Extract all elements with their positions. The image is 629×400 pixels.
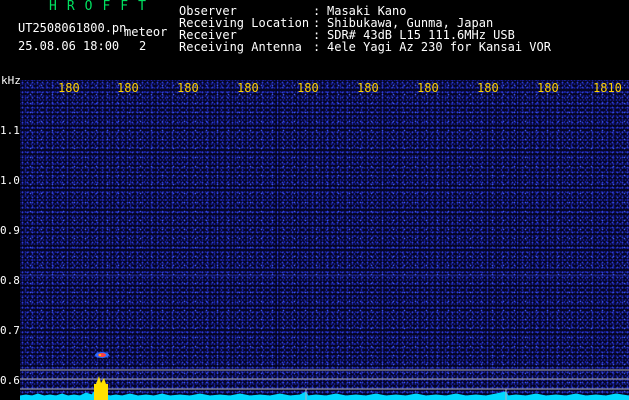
y-tick: 0.6 [0, 374, 20, 387]
waterfall-overlay [20, 274, 629, 400]
antenna-value: 4ele Yagi Az 230 for Kansai VOR [327, 40, 551, 54]
y-tick: 0.7 [0, 324, 20, 337]
app-title: HROFFT [49, 0, 156, 14]
freq-tick: 180 [357, 81, 379, 95]
freq-tick: 180 [58, 81, 80, 95]
scan-separator [296, 80, 297, 368]
hrofft-screen: HROFFT UT2508061800.pn meteor 25.08.06 1… [0, 0, 629, 400]
y-tick: 0.9 [0, 224, 20, 237]
meteor-count: 2 [139, 39, 147, 53]
freq-tick: 180 [537, 81, 559, 95]
freq-tick: 180 [177, 81, 199, 95]
scan-separator [496, 80, 497, 368]
carrier-peak-spikes [96, 376, 106, 384]
spectrum-trace [20, 391, 629, 400]
scan-separator [276, 80, 277, 368]
carrier-peak [94, 384, 108, 400]
antenna-key: Receiving Antenna [179, 40, 302, 54]
scan-separator [516, 80, 517, 368]
y-tick: 0.8 [0, 274, 20, 287]
freq-tick: 180 [117, 81, 139, 95]
freq-unit-label: kHz [1, 74, 21, 87]
antenna-sep: : [313, 40, 321, 54]
freq-tick: 180 [237, 81, 259, 95]
file-name: UT2508061800.pn [18, 21, 127, 35]
freq-tick: 180 [417, 81, 439, 95]
meteor-label: meteor [124, 25, 168, 39]
waterfall-spectrogram [20, 80, 629, 400]
freq-tick: 180 [477, 81, 499, 95]
meteor-echo-mark [95, 352, 109, 358]
y-tick: 1.0 [0, 174, 20, 187]
date-time: 25.08.06 18:00 [18, 39, 120, 53]
freq-tick: 180 [297, 81, 319, 95]
y-tick: 1.1 [0, 124, 20, 137]
freq-tick: 1810 [593, 81, 622, 95]
